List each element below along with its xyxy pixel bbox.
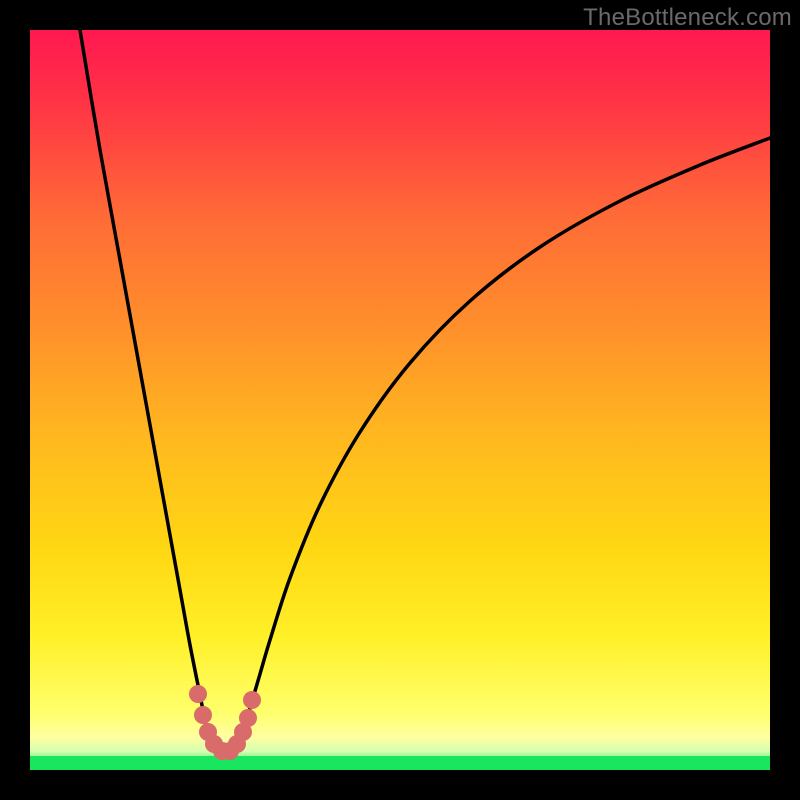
valley-dot <box>189 685 207 703</box>
valley-dot <box>239 709 257 727</box>
bottom-green-band <box>30 756 770 770</box>
watermark-text: TheBottleneck.com <box>583 4 792 32</box>
bottleneck-chart <box>30 30 770 770</box>
chart-frame <box>30 30 770 770</box>
gradient-background <box>30 30 770 770</box>
valley-dot <box>194 706 212 724</box>
valley-dot <box>243 691 261 709</box>
